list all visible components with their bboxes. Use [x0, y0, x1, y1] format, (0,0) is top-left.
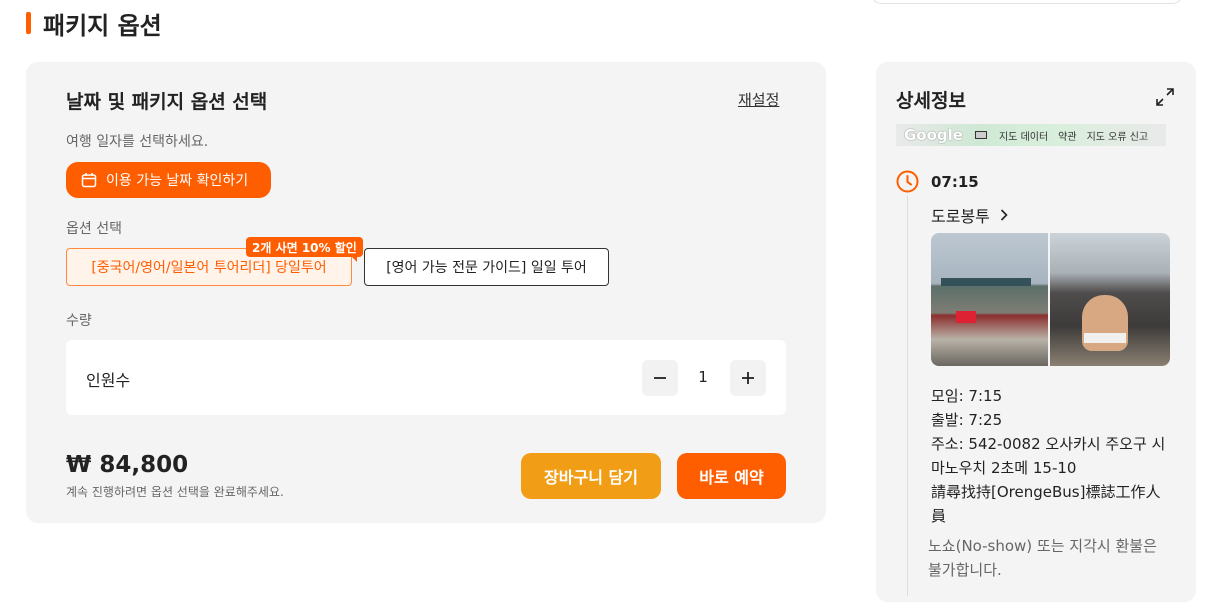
place-link[interactable]: 도로봉투 — [931, 203, 1008, 227]
section-title: 패키지 옵션 — [43, 11, 162, 40]
terms-link[interactable]: 약관 — [1058, 128, 1076, 143]
option-panel: 날짜 및 패키지 옵션 선택 재설정 여행 일자를 선택하세요. 이용 가능 날… — [26, 62, 826, 523]
quantity-value: 1 — [698, 368, 708, 386]
address: 주소: 542-0082 오사카시 주오구 시마노우치 2초메 15-10 — [931, 435, 1166, 477]
map-data-link[interactable]: 지도 데이터 — [999, 128, 1048, 143]
option-label: 옵션 선택 — [66, 221, 122, 237]
check-dates-button[interactable]: 이용 가능 날짜 확인하기 — [66, 162, 271, 198]
book-now-button[interactable]: 바로 예약 — [677, 453, 786, 499]
price-note: 계속 진행하려면 옵션 선택을 완료해주세요. — [66, 485, 284, 499]
section-header: 패키지 옵션 — [26, 8, 162, 40]
increase-button[interactable] — [730, 360, 766, 396]
add-to-cart-button[interactable]: 장바구니 담기 — [521, 453, 661, 499]
expand-icon[interactable] — [1156, 88, 1174, 110]
report-error-link[interactable]: 지도 오류 신고 — [1087, 128, 1149, 143]
departure-time: 출발: 7:25 — [931, 411, 1003, 429]
headcount-label: 인원수 — [86, 371, 131, 390]
meeting-instruction: 請尋找持[OrengeBus]標誌工作人員 — [931, 483, 1161, 525]
detail-panel: 상세정보 Google 지도 데이터 약관 지도 오류 신고 07:15 도로봉… — [876, 62, 1196, 602]
total-price: ₩ 84,800 — [66, 452, 189, 478]
calendar-icon — [81, 173, 97, 188]
clock-icon — [896, 170, 919, 197]
panel-title: 날짜 및 패키지 옵션 선택 — [66, 91, 268, 113]
google-logo: Google — [904, 126, 963, 144]
no-show-note: 노쇼(No-show) 또는 지각시 환불은 불가합니다. — [928, 537, 1157, 579]
map-attribution: Google 지도 데이터 약관 지도 오류 신고 — [896, 124, 1166, 146]
meeting-info: 모임: 7:15 출발: 7:25 주소: 542-0082 오사카시 주오구 … — [931, 384, 1171, 528]
sumo-statue-photo — [1050, 233, 1170, 366]
search-bar-edge[interactable] — [870, 0, 1184, 4]
building-photo — [931, 233, 1049, 366]
schedule-time: 07:15 — [931, 173, 979, 191]
accent-bar — [26, 12, 31, 34]
keyboard-icon[interactable] — [974, 131, 987, 139]
plus-icon — [742, 372, 754, 384]
date-prompt: 여행 일자를 선택하세요. — [66, 134, 209, 150]
check-dates-label: 이용 가능 날짜 확인하기 — [106, 173, 249, 189]
place-name: 도로봉투 — [931, 207, 990, 226]
meeting-time: 모임: 7:15 — [931, 387, 1003, 405]
chevron-right-icon — [1000, 209, 1008, 221]
option-english-guide-tour[interactable]: [영어 가능 전문 가이드] 일일 투어 — [364, 248, 609, 286]
reset-link[interactable]: 재설정 — [738, 89, 779, 110]
discount-badge: 2개 사면 10% 할인 — [246, 237, 363, 262]
timeline-line — [907, 196, 908, 596]
quantity-label: 수량 — [66, 313, 92, 329]
place-photos[interactable] — [931, 233, 1170, 366]
quantity-box: 인원수 1 — [66, 340, 786, 415]
decrease-button[interactable] — [642, 360, 678, 396]
detail-title: 상세정보 — [896, 90, 966, 112]
minus-icon — [654, 377, 666, 379]
